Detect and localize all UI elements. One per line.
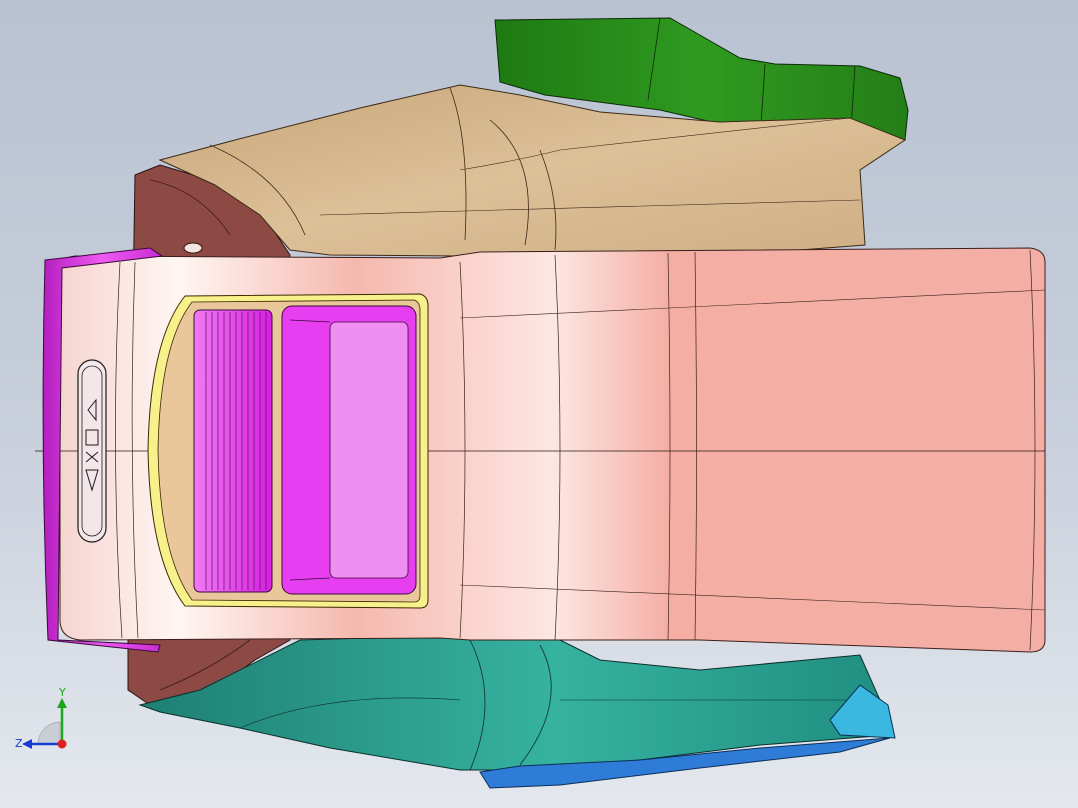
ribbed-tray <box>193 309 273 593</box>
z-axis-label: Z <box>15 737 23 750</box>
x-axis-dot-icon <box>57 739 67 749</box>
storage-recess[interactable] <box>147 293 429 609</box>
fastener-icon <box>183 242 203 254</box>
y-axis-label: Y <box>58 686 66 699</box>
z-axis-arrow-icon <box>22 739 32 749</box>
y-axis-arrow-icon <box>57 698 67 708</box>
cad-viewport[interactable] <box>0 0 1078 808</box>
view-triad[interactable]: Y Z <box>10 684 80 754</box>
brand-emblem-icon <box>77 359 107 543</box>
box-compartment <box>281 305 417 595</box>
